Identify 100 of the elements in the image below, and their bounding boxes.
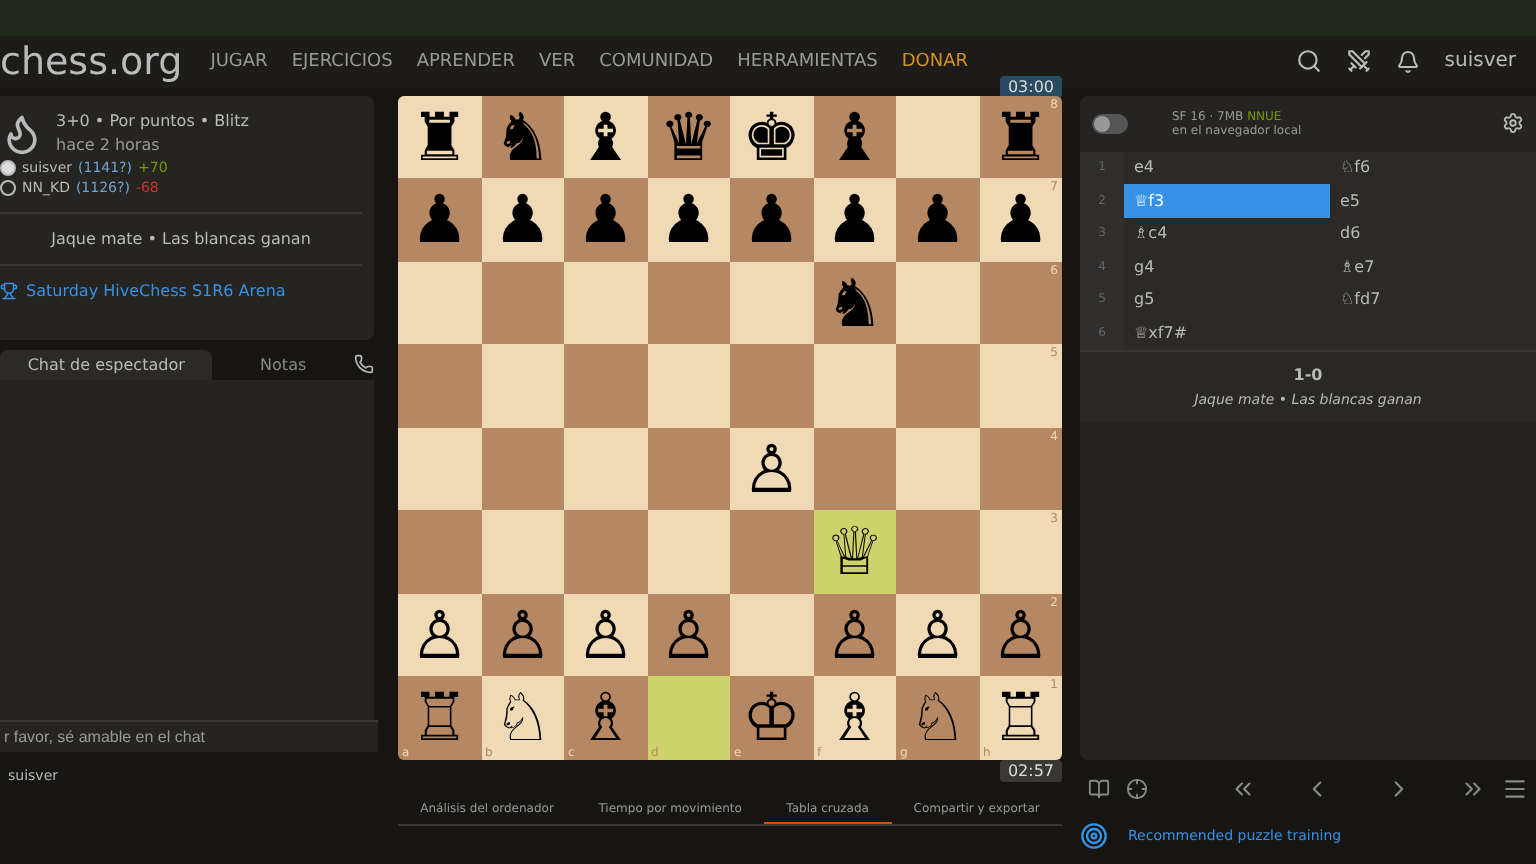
engine-toggle[interactable] xyxy=(1092,113,1128,134)
move[interactable]: ♕xf7# xyxy=(1124,316,1330,350)
chess-piece[interactable]: ♙ xyxy=(658,601,719,668)
board-square[interactable] xyxy=(398,261,481,345)
chess-piece[interactable]: ♙ xyxy=(907,601,968,668)
nav-link[interactable]: JUGAR xyxy=(210,51,268,72)
tournament-link[interactable]: Saturday HiveChess S1R6 Arena xyxy=(0,265,362,300)
board-square[interactable]: ♚ xyxy=(730,95,813,179)
board-square[interactable]: ♙ xyxy=(481,593,564,677)
nav-link[interactable]: HERRAMIENTAS xyxy=(737,51,878,72)
board-square[interactable] xyxy=(481,261,564,345)
chess-piece[interactable]: ♔ xyxy=(741,684,802,751)
move[interactable]: e5 xyxy=(1330,184,1536,218)
chess-piece[interactable]: ♜ xyxy=(990,103,1051,170)
nav-link[interactable]: EJERCICIOS xyxy=(291,51,393,72)
chess-piece[interactable]: ♙ xyxy=(409,601,470,668)
move[interactable]: ♘fd7 xyxy=(1330,283,1536,317)
search-icon[interactable] xyxy=(1296,48,1323,75)
chess-piece[interactable]: ♞ xyxy=(824,269,885,336)
chess-piece[interactable]: ♛ xyxy=(658,103,719,170)
chess-piece[interactable]: ♟ xyxy=(575,186,636,253)
board-square[interactable]: ♟ xyxy=(481,178,564,262)
chess-piece[interactable]: ♟ xyxy=(741,186,802,253)
chess-piece[interactable]: ♟ xyxy=(658,186,719,253)
nav-link[interactable]: VER xyxy=(538,51,576,72)
board-square[interactable] xyxy=(398,427,481,511)
board-square[interactable]: ♟ xyxy=(730,178,813,262)
chess-piece[interactable]: ♗ xyxy=(824,684,885,751)
chess-piece[interactable]: ♘ xyxy=(492,684,553,751)
board-square[interactable]: ♙ xyxy=(398,593,481,677)
board-square[interactable]: ♝ xyxy=(813,95,896,179)
phone-icon[interactable] xyxy=(354,354,374,375)
move[interactable]: ♗c4 xyxy=(1124,217,1330,251)
chess-piece[interactable]: ♖ xyxy=(990,684,1051,751)
board-square[interactable]: ♞ xyxy=(813,261,896,345)
board-square[interactable] xyxy=(896,427,979,511)
nav-link[interactable]: COMUNIDAD xyxy=(599,51,714,72)
chess-piece[interactable]: ♘ xyxy=(907,684,968,751)
nav-link[interactable]: APRENDER xyxy=(416,51,515,72)
board-square[interactable] xyxy=(647,261,730,345)
chess-piece[interactable]: ♕ xyxy=(824,518,885,585)
chess-piece[interactable]: ♝ xyxy=(575,103,636,170)
chess-piece[interactable]: ♖ xyxy=(409,684,470,751)
board-square[interactable] xyxy=(564,261,647,345)
board-square[interactable]: ♜ xyxy=(398,95,481,179)
board-square[interactable] xyxy=(564,427,647,511)
chat-tab[interactable]: Chat de espectador xyxy=(0,349,213,380)
chess-piece[interactable]: ♙ xyxy=(741,435,802,502)
chess-piece[interactable]: ♚ xyxy=(741,103,802,170)
chess-piece[interactable]: ♙ xyxy=(990,601,1051,668)
chess-piece[interactable]: ♗ xyxy=(575,684,636,751)
board-square[interactable]: ♝ xyxy=(564,95,647,179)
move[interactable]: e4 xyxy=(1124,151,1330,185)
chess-piece[interactable]: ♟ xyxy=(409,186,470,253)
swords-icon[interactable] xyxy=(1346,48,1373,75)
board-square[interactable]: ♙ xyxy=(647,593,730,677)
board-square[interactable] xyxy=(813,427,896,511)
chess-piece[interactable]: ♙ xyxy=(575,601,636,668)
board-square[interactable] xyxy=(896,95,979,179)
move[interactable]: ♗e7 xyxy=(1330,250,1536,284)
board-square[interactable]: ♟ xyxy=(896,178,979,262)
chess-piece[interactable]: ♙ xyxy=(824,601,885,668)
board-square[interactable]: ♛ xyxy=(647,95,730,179)
board-square[interactable]: ♕ xyxy=(813,510,896,594)
move[interactable]: ♘f6 xyxy=(1330,151,1536,185)
board-square[interactable]: ♟ xyxy=(813,178,896,262)
site-logo[interactable]: chess.org xyxy=(0,39,183,84)
board-square[interactable]: ♟ xyxy=(647,178,730,262)
board-square[interactable] xyxy=(896,261,979,345)
chess-piece[interactable]: ♜ xyxy=(409,103,470,170)
board-square[interactable]: ♙ xyxy=(813,593,896,677)
chat-input[interactable]: r favor, sé amable en el chat xyxy=(0,719,378,752)
menu-icon[interactable] xyxy=(1502,775,1528,802)
chess-piece[interactable]: ♞ xyxy=(492,103,553,170)
book-icon[interactable] xyxy=(1088,777,1110,800)
chess-piece[interactable]: ♝ xyxy=(824,103,885,170)
settings-icon[interactable] xyxy=(1502,112,1524,135)
move[interactable]: g4 xyxy=(1124,250,1330,284)
board-square[interactable] xyxy=(730,261,813,345)
bell-icon[interactable] xyxy=(1396,49,1421,74)
chess-piece[interactable]: ♙ xyxy=(492,601,553,668)
board-square[interactable]: ♞ xyxy=(481,95,564,179)
chess-piece[interactable]: ♟ xyxy=(990,186,1051,253)
chess-piece[interactable]: ♟ xyxy=(824,186,885,253)
board-square[interactable] xyxy=(647,427,730,511)
board-square[interactable]: ♟ xyxy=(564,178,647,262)
user-menu[interactable]: suisver xyxy=(1444,50,1516,73)
chat-tab[interactable]: Notas xyxy=(212,349,354,380)
board-square[interactable]: ♟ xyxy=(398,178,481,262)
move[interactable]: g5 xyxy=(1124,283,1330,317)
board-square[interactable]: ♙ xyxy=(896,593,979,677)
crosshair-icon[interactable] xyxy=(1126,777,1148,800)
chess-piece[interactable]: ♟ xyxy=(907,186,968,253)
board-square[interactable] xyxy=(481,427,564,511)
board-square[interactable]: ♙ xyxy=(730,427,813,511)
chess-piece[interactable]: ♟ xyxy=(492,186,553,253)
nav-link[interactable]: DONAR xyxy=(901,51,968,72)
move[interactable]: d6 xyxy=(1330,217,1536,251)
board-square[interactable] xyxy=(730,593,813,677)
board-square[interactable]: ♙ xyxy=(564,593,647,677)
